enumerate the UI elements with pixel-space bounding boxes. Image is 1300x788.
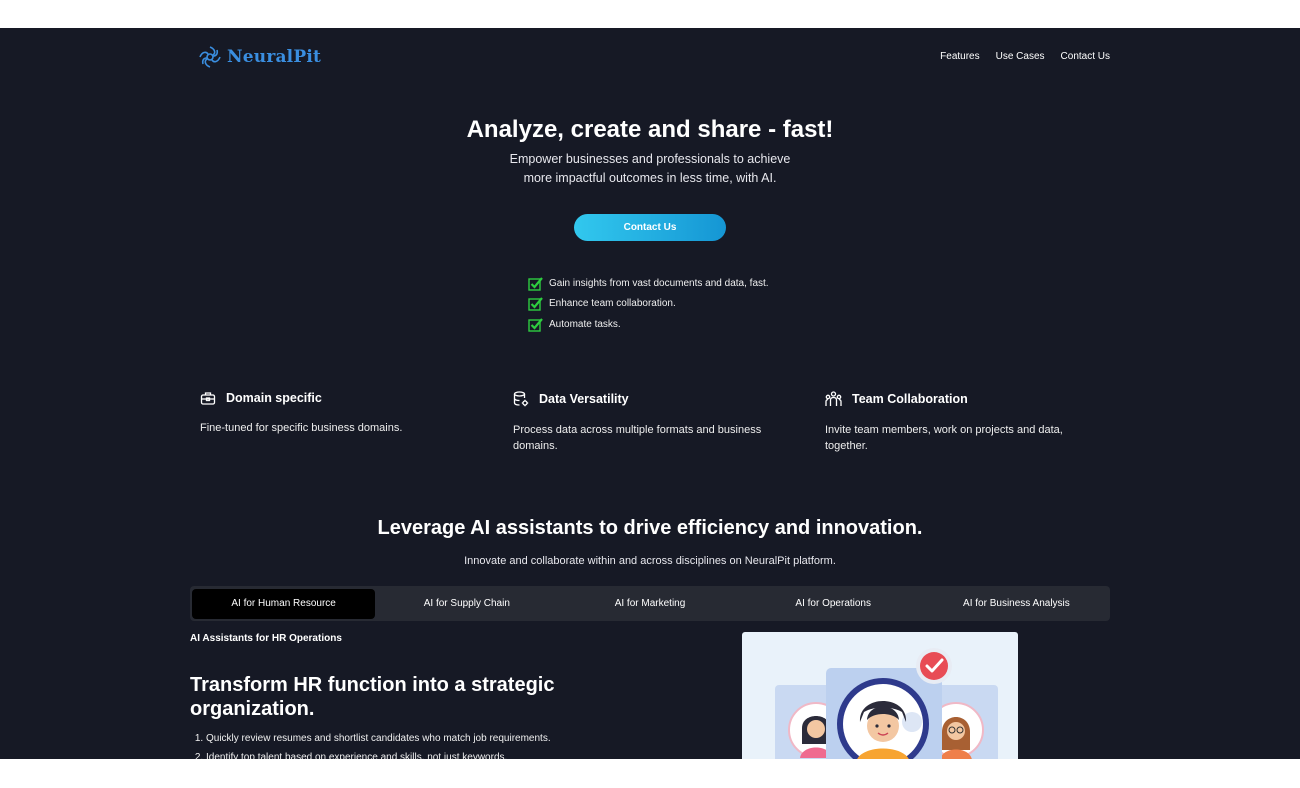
hr-illustration xyxy=(742,632,1018,759)
benefit-text: Gain insights from vast documents and da… xyxy=(549,277,769,289)
feature-title: Team Collaboration xyxy=(852,392,968,406)
contact-us-button[interactable]: Contact Us xyxy=(574,214,726,241)
tab-supply-chain[interactable]: AI for Supply Chain xyxy=(375,589,558,619)
nav-contact-us[interactable]: Contact Us xyxy=(1061,51,1110,62)
brand-logo[interactable]: NeuralPit xyxy=(199,46,321,68)
feature-team-collaboration: Team Collaboration Invite team members, … xyxy=(825,391,1105,454)
hero-title: Analyze, create and share - fast! xyxy=(466,116,834,143)
benefit-text: Automate tasks. xyxy=(549,318,621,330)
toolbox-icon xyxy=(200,392,216,405)
hr-point: Quickly review resumes and shortlist can… xyxy=(206,732,551,751)
tab-business-analysis[interactable]: AI for Business Analysis xyxy=(925,589,1108,619)
hero-subtitle-line-2: more impactful outcomes in less time, wi… xyxy=(523,171,777,185)
feature-data-versatility: Data Versatility Process data across mul… xyxy=(513,391,793,454)
feature-text: Fine-tuned for specific business domains… xyxy=(200,422,403,434)
feature-title: Domain specific xyxy=(226,391,322,405)
tab-operations[interactable]: AI for Operations xyxy=(742,589,925,619)
checkbox-checked-icon xyxy=(528,277,543,291)
benefit-item: Automate tasks. xyxy=(528,314,769,335)
candidate-selection-illustration xyxy=(775,648,998,759)
checkbox-checked-icon xyxy=(528,297,543,311)
landing-page: NeuralPit Features Use Cases Contact Us … xyxy=(0,28,1300,759)
hr-section-label: AI Assistants for HR Operations xyxy=(190,633,342,644)
benefit-item: Gain insights from vast documents and da… xyxy=(528,273,769,294)
use-case-tabs: AI for Human Resource AI for Supply Chai… xyxy=(190,586,1110,621)
benefit-text: Enhance team collaboration. xyxy=(549,298,676,310)
feature-title: Data Versatility xyxy=(539,392,629,406)
hero-subtitle: Empower businesses and professionals to … xyxy=(500,150,800,188)
database-gear-icon xyxy=(513,391,529,407)
hero-subtitle-line-1: Empower businesses and professionals to … xyxy=(509,152,791,166)
tab-human-resource[interactable]: AI for Human Resource xyxy=(192,588,376,619)
feature-text: Invite team members, work on projects an… xyxy=(825,424,1063,452)
feature-domain-specific: Domain specific Fine-tuned for specific … xyxy=(200,391,480,436)
nav-features[interactable]: Features xyxy=(940,51,979,62)
hr-point: Identify top talent based on experience … xyxy=(206,751,551,759)
benefit-list: Gain insights from vast documents and da… xyxy=(528,273,769,335)
hr-heading: Transform HR function into a strategic o… xyxy=(190,674,555,720)
hr-points: Quickly review resumes and shortlist can… xyxy=(206,732,551,759)
tab-marketing[interactable]: AI for Marketing xyxy=(558,589,741,619)
team-icon xyxy=(825,391,842,406)
top-nav: Features Use Cases Contact Us xyxy=(940,51,1110,62)
swirl-logo-icon xyxy=(199,46,221,68)
benefit-item: Enhance team collaboration. xyxy=(528,294,769,315)
brand-name: NeuralPit xyxy=(227,47,322,67)
section-subtitle: Innovate and collaborate within and acro… xyxy=(464,555,836,567)
nav-use-cases[interactable]: Use Cases xyxy=(996,51,1045,62)
section-title: Leverage AI assistants to drive efficien… xyxy=(377,517,923,539)
feature-text: Process data across multiple formats and… xyxy=(513,424,762,452)
checkbox-checked-icon xyxy=(528,318,543,332)
